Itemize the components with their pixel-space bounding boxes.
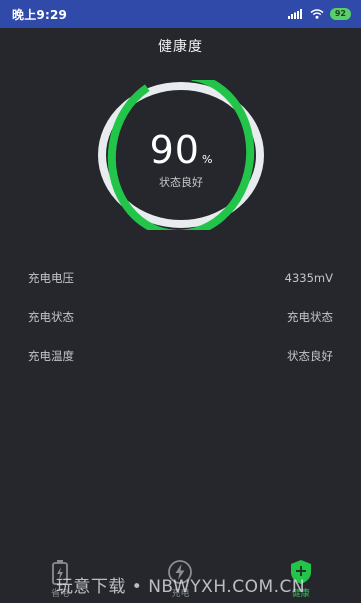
- battery-icon: [52, 560, 69, 585]
- tab-label: 充电: [171, 589, 190, 599]
- gauge-value: 90: [149, 128, 200, 172]
- health-gauge: 90% 状态良好: [96, 80, 266, 230]
- info-label: 充电电压: [28, 270, 74, 285]
- gauge-value-wrap: 90%: [96, 128, 266, 172]
- info-value: 状态良好: [287, 348, 333, 363]
- wifi-icon: [310, 9, 324, 19]
- info-row-voltage: 充电电压 4335mV: [0, 258, 361, 297]
- info-label: 充电温度: [28, 348, 74, 363]
- status-icons: 92: [287, 8, 351, 20]
- tab-label: 省电: [51, 589, 70, 599]
- health-shield-icon: [290, 560, 311, 584]
- info-row-temperature: 充电温度 状态良好: [0, 336, 361, 375]
- tab-label: 健康: [291, 589, 310, 599]
- info-value: 充电状态: [287, 309, 333, 324]
- info-value: 4335mV: [284, 270, 333, 285]
- info-row-status: 充电状态 充电状态: [0, 297, 361, 336]
- page-title: 健康度: [158, 39, 203, 55]
- status-bar: 晚上9:29 92: [0, 0, 361, 28]
- gauge-unit: %: [201, 153, 213, 166]
- status-time: 晚上9:29: [12, 7, 68, 22]
- gauge-status-label: 状态良好: [159, 176, 203, 189]
- tab-power-save[interactable]: 省电: [30, 559, 90, 599]
- info-list: 充电电压 4335mV 充电状态 充电状态 充电温度 状态良好: [0, 258, 361, 375]
- info-label: 充电状态: [28, 309, 74, 324]
- battery-indicator: 92: [329, 8, 351, 20]
- lightning-icon: [168, 560, 193, 584]
- signal-icon: [287, 9, 302, 19]
- bottom-tab-bar: 省电 充电 健康: [0, 553, 361, 603]
- tab-health[interactable]: 健康: [271, 559, 331, 599]
- tab-charge[interactable]: 充电: [150, 559, 210, 599]
